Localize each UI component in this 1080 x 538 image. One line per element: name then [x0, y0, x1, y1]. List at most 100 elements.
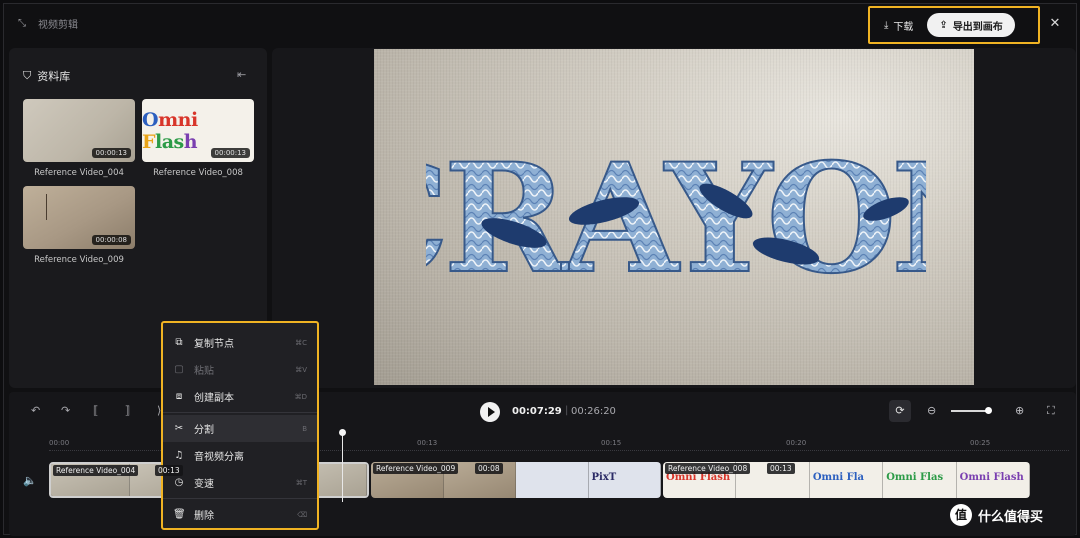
- menu-item-duplicate[interactable]: ⧈ 创建副本 ⌘D: [163, 383, 317, 410]
- menu-item-delete[interactable]: 🗑 删除 ⌫: [163, 501, 317, 528]
- menu-divider: [163, 412, 317, 413]
- zoom-out-icon[interactable]: ⊖: [927, 404, 936, 417]
- time-separator: |: [565, 405, 569, 416]
- trash-icon: 🗑: [173, 509, 186, 520]
- menu-shortcut: ⌘C: [295, 338, 307, 347]
- watermark: 值 什么值得买: [950, 504, 1043, 526]
- thumbnail-mark: [46, 194, 47, 220]
- upload-icon: ⇪: [939, 19, 948, 31]
- clip-frame: Omni Flas: [883, 462, 957, 498]
- clip-duration: 00:13: [155, 465, 183, 476]
- clip-label: Reference Video_004: [53, 465, 139, 476]
- trim-left-icon[interactable]: ⟦: [93, 404, 98, 417]
- clip-duration: 00:00:13: [210, 148, 250, 158]
- detach-audio-icon: ♫: [174, 450, 184, 461]
- clip-duration: 00:08: [475, 463, 503, 474]
- scissors-icon: ✂: [174, 423, 184, 434]
- frame-text: Omni Flas: [886, 472, 944, 483]
- preview-panel: CRAYON: [272, 48, 1076, 388]
- download-icon: ⤓: [884, 19, 889, 31]
- context-menu: ⧉ 复制节点 ⌘C ▢ 粘贴 ⌘V ⧈ 创建副本 ⌘D ✂ 分割 B ♫ 音视频…: [161, 321, 319, 530]
- menu-shortcut: B: [302, 424, 307, 433]
- download-label: 下载: [893, 21, 914, 33]
- menu-divider: [163, 498, 317, 499]
- library-header: ⛉ 资料库: [23, 68, 70, 84]
- app-title: ⤡ 视频剪辑: [18, 16, 78, 32]
- menu-shortcut: ⌫: [297, 510, 307, 519]
- library-clip-thumbnail[interactable]: Omni Flash 00:00:13: [142, 99, 254, 162]
- total-time: 00:26:20: [571, 406, 616, 417]
- collapse-panel-icon[interactable]: ⇤: [237, 68, 246, 81]
- fullscreen-icon[interactable]: ⛶: [1047, 404, 1055, 418]
- preview-video-frame[interactable]: CRAYON: [374, 49, 974, 385]
- collapse-arrows-icon[interactable]: ⤡: [18, 18, 30, 30]
- menu-item-label: 变速: [194, 479, 214, 490]
- ruler-tick: 00:15: [601, 439, 622, 447]
- menu-item-copy-node[interactable]: ⧉ 复制节点 ⌘C: [163, 329, 317, 356]
- clip-frame: Omni Flash: [956, 462, 1030, 498]
- menu-item-split[interactable]: ✂ 分割 B: [163, 415, 317, 442]
- play-button[interactable]: [480, 402, 500, 422]
- ruler-tick: 00:25: [970, 439, 991, 447]
- export-actions: ⤓ 下载 ⇪ 导出到画布: [868, 6, 1040, 44]
- library-icon: ⛉: [23, 69, 32, 82]
- undo-icon[interactable]: ↶: [31, 404, 40, 417]
- menu-item-label: 删除: [194, 511, 214, 522]
- menu-item-label: 粘贴: [194, 366, 214, 377]
- export-label: 导出到画布: [952, 21, 1003, 33]
- top-bar: ⤡ 视频剪辑 ⤓ 下载 ⇪ 导出到画布 ✕: [4, 4, 1076, 44]
- duplicate-icon: ⧈: [175, 391, 183, 402]
- download-button[interactable]: ⤓ 下载: [876, 13, 921, 37]
- audio-speaker-icon[interactable]: 🔈: [23, 474, 37, 487]
- paste-icon: ▢: [174, 364, 184, 375]
- library-clip-thumbnail[interactable]: 00:00:13: [23, 99, 135, 162]
- library-clip-thumbnail[interactable]: 00:00:08: [23, 186, 135, 249]
- clip-frame: PixT: [588, 462, 661, 498]
- crayon-text: CRAYON: [426, 141, 926, 291]
- timeline-clip[interactable]: Reference Video_009 00:08 PixT: [371, 462, 661, 498]
- clip-name: Reference Video_008: [153, 168, 243, 178]
- clip-duration: 00:00:08: [91, 235, 131, 245]
- menu-shortcut: ⌘V: [295, 365, 307, 374]
- trim-right-icon[interactable]: ⟧: [125, 404, 130, 417]
- clip-duration: 00:13: [767, 463, 795, 474]
- menu-item-label: 分割: [194, 425, 214, 436]
- ruler-tick: 00:20: [786, 439, 807, 447]
- library-title: 资料库: [37, 70, 71, 83]
- menu-item-detach-audio[interactable]: ♫ 音视频分离: [163, 442, 317, 469]
- menu-item-label: 复制节点: [194, 339, 234, 350]
- export-to-canvas-button[interactable]: ⇪ 导出到画布: [927, 13, 1015, 37]
- frame-text: Omni Flash: [959, 472, 1024, 483]
- menu-shortcut: ⌘T: [295, 478, 307, 487]
- clip-frame: [516, 462, 589, 498]
- zoom-slider-track[interactable]: [951, 410, 989, 412]
- snap-magnet-icon[interactable]: ⟳: [889, 400, 911, 422]
- clip-label: Reference Video_009: [373, 463, 459, 474]
- ruler-tick: 00:00: [49, 439, 70, 447]
- zoom-in-icon[interactable]: ⊕: [1015, 404, 1024, 417]
- menu-item-label: 创建副本: [194, 393, 234, 404]
- ruler-tick: 00:13: [417, 439, 438, 447]
- clip-name: Reference Video_004: [34, 168, 124, 178]
- menu-shortcut: ⌘D: [294, 392, 307, 401]
- watermark-logo: 值: [950, 504, 972, 526]
- menu-item-paste[interactable]: ▢ 粘贴 ⌘V: [163, 356, 317, 383]
- frame-text: Omni Fla: [812, 472, 865, 483]
- close-icon[interactable]: ✕: [1048, 17, 1062, 31]
- playhead[interactable]: [342, 432, 343, 502]
- current-time: 00:07:29: [512, 406, 562, 417]
- copy-icon: ⧉: [175, 337, 183, 348]
- playhead-handle[interactable]: [339, 429, 346, 436]
- clip-duration: 00:00:13: [91, 148, 131, 158]
- timeline-clip[interactable]: Reference Video_008 00:13 Omni Flash Omn…: [663, 462, 1030, 498]
- watermark-text: 什么值得买: [978, 509, 1044, 525]
- clip-label: Reference Video_008: [665, 463, 751, 474]
- zoom-slider-handle[interactable]: [985, 407, 992, 414]
- redo-icon[interactable]: ↷: [61, 404, 70, 417]
- crayon-embroidered-text: CRAYON: [426, 141, 926, 291]
- app-title-text: 视频剪辑: [38, 20, 78, 31]
- speed-icon: ◷: [174, 477, 184, 488]
- clip-name: Reference Video_009: [34, 255, 124, 265]
- menu-item-speed[interactable]: ◷ 变速 ⌘T: [163, 469, 317, 496]
- menu-item-label: 音视频分离: [194, 452, 244, 463]
